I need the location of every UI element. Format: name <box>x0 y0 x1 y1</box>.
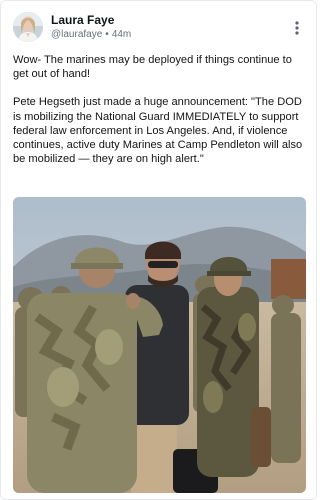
more-options-button[interactable] <box>290 19 304 37</box>
avatar[interactable] <box>13 12 43 42</box>
vertical-ellipsis-icon <box>295 21 299 35</box>
author-name[interactable]: Laura Faye <box>51 13 114 27</box>
post-header: Laura Faye @laurafaye • 44m <box>13 11 306 45</box>
post-meta: @laurafaye • 44m <box>51 29 131 40</box>
meta-separator: • <box>105 29 109 40</box>
post-text: Wow- The marines may be deployed if thin… <box>13 53 307 166</box>
author-handle[interactable]: @laurafaye <box>51 29 102 40</box>
post-paragraph: Wow- The marines may be deployed if thin… <box>13 54 292 81</box>
photo-image <box>13 197 306 493</box>
post-time[interactable]: 44m <box>112 29 131 40</box>
post-photo[interactable] <box>13 197 306 493</box>
avatar-image <box>13 12 43 42</box>
post-paragraph: Pete Hegseth just made a huge announceme… <box>13 96 303 166</box>
post-card: Laura Faye @laurafaye • 44m Wow- The marin… <box>0 0 317 500</box>
